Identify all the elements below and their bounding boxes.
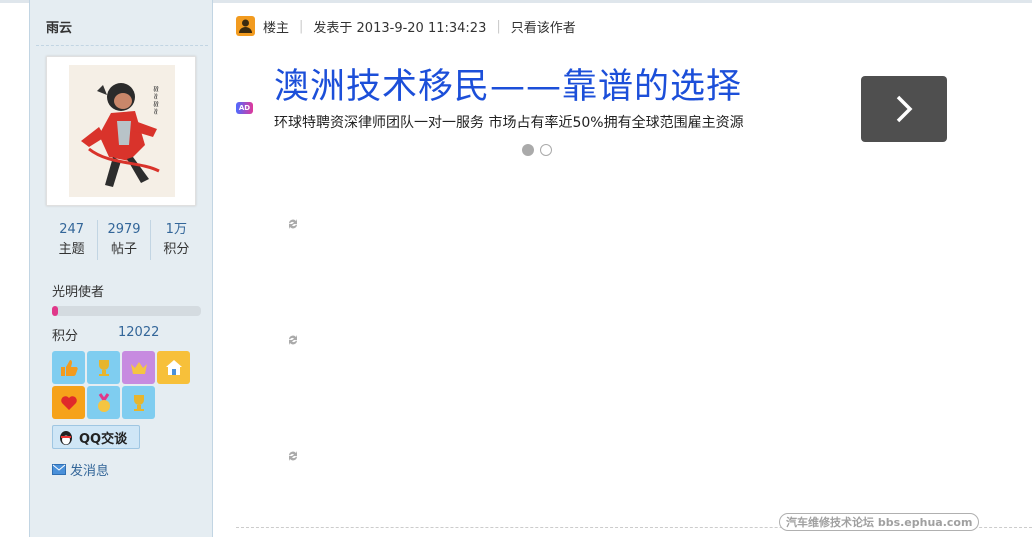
qq-chat-label: QQ交谈 [79, 431, 128, 447]
only-author-link[interactable]: 只看该作者 [511, 17, 576, 36]
medal-list [52, 351, 192, 419]
stat-posts[interactable]: 2979 帖子 [98, 220, 151, 260]
stat-value: 2979 [107, 222, 141, 237]
mail-icon [52, 464, 66, 475]
ad-badge: AD [236, 102, 253, 114]
trophy-medal-icon[interactable] [87, 351, 120, 384]
divider [36, 45, 208, 46]
stat-label: 主题 [58, 242, 85, 257]
thread-owner-icon [236, 16, 255, 36]
user-stats: 247 主题 2979 帖子 1万 积分 [46, 220, 202, 260]
thread-owner-label: 楼主 [263, 20, 290, 36]
stat-points[interactable]: 1万 积分 [151, 220, 202, 260]
separator: | [299, 18, 304, 34]
stat-label: 帖子 [110, 242, 137, 257]
stat-value: 247 [59, 222, 85, 237]
stat-topics[interactable]: 247 主题 [46, 220, 99, 260]
points-value: 12022 [118, 325, 160, 340]
stat-label: 积分 [163, 242, 190, 257]
avatar-image: ≋≈≋≈ [69, 65, 175, 197]
separator: | [496, 18, 501, 34]
username-link[interactable]: 雨云 [46, 17, 72, 36]
send-message-label: 发消息 [70, 464, 110, 479]
thumbs-up-medal-icon[interactable] [52, 351, 85, 384]
post-header: 楼主 | 发表于 2013-9-20 11:34:23 | 只看该作者 [236, 14, 576, 38]
loading-spinner-icon [289, 335, 297, 345]
loading-spinner-icon [289, 219, 297, 229]
carousel-dot[interactable] [522, 144, 534, 156]
rank-progress-bar [52, 306, 201, 316]
qq-chat-button[interactable]: QQ交谈 [52, 425, 140, 449]
ad-title-link[interactable]: 澳洲技术移民——靠谱的选择 [274, 58, 742, 109]
points-label: 积分 [52, 329, 79, 344]
avatar[interactable]: ≋≈≋≈ [46, 56, 196, 206]
user-sidebar: 雨云 ≋≈≋≈ 247 主题 2979 帖子 1万 积分 光明使者 积分 120… [29, 0, 213, 537]
heart-medal-icon[interactable] [52, 386, 85, 419]
qq-penguin-icon [60, 431, 72, 445]
chevron-right-icon [896, 95, 913, 123]
loading-spinner-icon [289, 451, 297, 461]
svg-text:≋≈≋≈: ≋≈≋≈ [150, 85, 160, 115]
carousel-indicators [522, 144, 552, 156]
rank-progress-fill [52, 306, 58, 316]
site-watermark: 汽车维修技术论坛 bbs.ephua.com [779, 513, 980, 531]
stat-value: 1万 [165, 222, 187, 237]
ad-next-button[interactable] [861, 76, 947, 142]
house-medal-icon[interactable] [157, 351, 190, 384]
send-message-link[interactable]: 发消息 [52, 460, 109, 479]
post-timestamp: 发表于 2013-9-20 11:34:23 [313, 20, 487, 36]
crown-medal-icon[interactable] [122, 351, 155, 384]
gold-medal-icon[interactable] [87, 386, 120, 419]
trophy-medal-icon[interactable] [122, 386, 155, 419]
ad-description[interactable]: 环球特聘资深律师团队一对一服务 市场占有率近50%拥有全球范围雇主资源 [274, 112, 744, 132]
carousel-dot[interactable] [540, 144, 552, 156]
rank-title: 光明使者 [52, 285, 105, 300]
points-row: 积分 12022 [52, 325, 159, 344]
